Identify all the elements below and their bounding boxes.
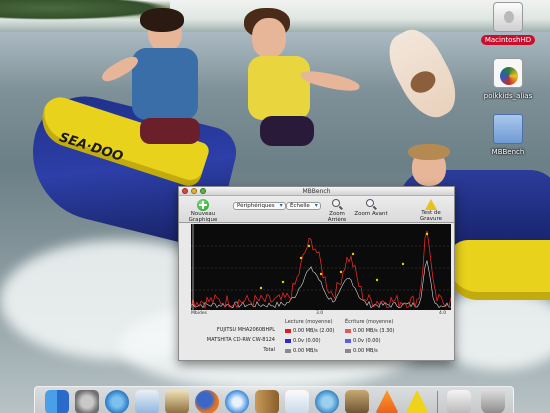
chart-peak-marker [401, 262, 405, 266]
chart-peak-marker [281, 280, 285, 284]
desktop-icon-label: MacintoshHD [480, 35, 536, 45]
burn-test-button[interactable]: Test de Gravure [411, 199, 451, 222]
dock [34, 386, 514, 413]
mail-icon[interactable] [135, 390, 159, 413]
chart-peak-marker [339, 270, 343, 274]
write-value: 0.00 MB/s [353, 348, 378, 354]
mbbench-window: MBBench Nouveau Graphique Périphériques … [178, 186, 455, 361]
table-row[interactable]: MATSHITA CD-RW CW-8124 0.0v (0.00) 0.0v … [179, 337, 456, 345]
chart-x-axis: Mbides 3.0 4.0 [191, 310, 451, 317]
desktop-icon-label: polkkids_alias [483, 92, 533, 100]
gimp-icon[interactable] [345, 390, 369, 413]
x-axis-end-label: 4.0 [439, 311, 447, 316]
desktop-icon-macintoshhd[interactable]: MacintoshHD [472, 2, 544, 45]
dock-separator [437, 391, 438, 413]
zoom-in-button[interactable]: Zoom Avant [354, 199, 388, 217]
new-graph-button[interactable]: Nouveau Graphique [181, 199, 225, 223]
table-row[interactable]: FUJITSU MHA2060BHPL 0.00 MB/s (2.00) 0.0… [179, 327, 456, 335]
x-axis-start-label: Mbides [191, 311, 207, 316]
write-color-swatch [345, 339, 351, 343]
warning-icon [425, 199, 437, 210]
wallpaper-kid-hair [408, 144, 450, 160]
documents-stack-icon[interactable] [447, 390, 471, 413]
wallpaper-kid-shorts [260, 116, 314, 146]
write-color-swatch [345, 349, 351, 353]
read-color-swatch [285, 329, 291, 333]
address-book-icon[interactable] [255, 390, 279, 413]
folder-icon [493, 114, 523, 144]
finder-icon[interactable] [45, 390, 69, 413]
burn-test-label: Test de Gravure [419, 210, 443, 222]
new-graph-label: Nouveau Graphique [188, 211, 218, 223]
chart-peak-marker [375, 278, 379, 282]
window-title: MBBench [302, 188, 331, 195]
device-table: Lecture (moyenne) Écriture (moyenne) FUJ… [179, 318, 456, 361]
magnifier-plus-icon [365, 199, 377, 211]
chart-peak-marker [299, 256, 303, 260]
desktop-icon-label: MBBench [491, 148, 525, 156]
document-alias-icon [493, 58, 523, 88]
table-row[interactable]: Total 0.00 MB/s 0.00 MB/s [179, 347, 456, 355]
zoom-out-label: Zoom Arrière [327, 211, 347, 223]
chart-peak-marker [425, 232, 429, 236]
device-name: FUJITSU MHA2060BHPL [216, 327, 275, 333]
device-name: Total [263, 347, 275, 353]
window-titlebar[interactable]: MBBench [179, 187, 454, 196]
x-axis-mid-label: 3.0 [316, 311, 324, 316]
write-value: 0.0v (0.00) [353, 338, 381, 344]
wallpaper-kid-head [252, 18, 286, 58]
chart-peak-marker [307, 244, 311, 248]
desktop-icon-alias[interactable]: polkkids_alias [472, 58, 544, 101]
zoom-out-button[interactable]: Zoom Arrière [319, 199, 355, 223]
wallpaper-kid-vest [132, 48, 198, 120]
throughput-chart-svg [191, 224, 451, 310]
chart-peak-marker [319, 272, 323, 276]
read-value: 0.00 MB/s (2.00) [293, 328, 335, 334]
scale-popup-label: Échelle [290, 203, 310, 209]
wallpaper-raft-right-rim [448, 240, 550, 300]
magnifier-minus-icon [331, 199, 343, 211]
chart-series-line-red [191, 230, 451, 310]
read-column-header: Lecture (moyenne) [285, 319, 333, 325]
safari-icon[interactable] [225, 390, 249, 413]
chart-peak-marker [259, 286, 263, 290]
zoom-in-label: Zoom Avant [354, 211, 388, 217]
scale-popup[interactable]: Échelle [286, 202, 321, 210]
plus-icon [197, 199, 209, 211]
read-color-swatch [285, 349, 291, 353]
itunes-icon[interactable] [105, 390, 129, 413]
vlc-icon[interactable] [375, 390, 399, 413]
firefox-icon[interactable] [195, 390, 219, 413]
warning-icon[interactable] [405, 390, 429, 413]
read-value: 0.00 MB/s [293, 348, 318, 354]
camino-icon[interactable] [315, 390, 339, 413]
desktop-icon-mbbench[interactable]: MBBench [472, 114, 544, 157]
chart-series-line-gray [191, 260, 451, 309]
read-color-swatch [285, 339, 291, 343]
hard-drive-icon [493, 2, 523, 32]
write-color-swatch [345, 329, 351, 333]
wallpaper-kid-hair [140, 8, 184, 32]
peripherals-popup[interactable]: Périphériques [233, 202, 286, 210]
write-value: 0.00 MB/s (3.30) [353, 328, 395, 334]
photo-icon[interactable] [165, 390, 189, 413]
preview-icon[interactable] [285, 390, 309, 413]
wallpaper-kid-vest [248, 56, 310, 120]
system-preferences-icon[interactable] [75, 390, 99, 413]
read-value: 0.0v (0.00) [293, 338, 321, 344]
trash-icon[interactable] [481, 390, 505, 413]
peripherals-popup-label: Périphériques [237, 203, 275, 209]
chart-peak-marker [351, 252, 355, 256]
write-column-header: Écriture (moyenne) [345, 319, 394, 325]
throughput-chart [191, 224, 451, 310]
wallpaper-kid-shorts [140, 118, 200, 144]
window-toolbar: Nouveau Graphique Périphériques Échelle … [179, 196, 454, 223]
device-name: MATSHITA CD-RW CW-8124 [206, 337, 275, 343]
